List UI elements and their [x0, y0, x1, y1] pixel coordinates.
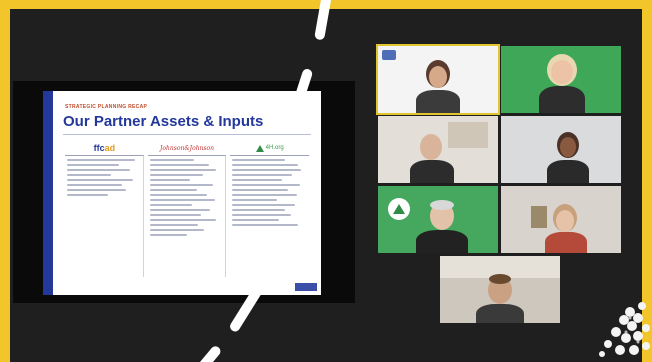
partner-column-2-text	[147, 155, 227, 277]
decorative-flowers-icon	[599, 302, 650, 357]
partner-column-1: ffcad	[65, 141, 144, 277]
partner-column-3: 4H.org	[230, 141, 310, 277]
participant-tile[interactable]	[440, 256, 560, 323]
partner-column-1-text	[65, 155, 144, 277]
participant-tile[interactable]	[501, 116, 621, 183]
participant-tile[interactable]	[378, 116, 498, 183]
partner-columns: ffcad Johnson&Johnson 4H.org	[65, 141, 310, 277]
slide-accent-bar	[43, 91, 53, 295]
participant-tile[interactable]	[501, 186, 621, 253]
partner-column-2: Johnson&Johnson	[147, 141, 227, 277]
participant-tile[interactable]	[376, 44, 500, 115]
slide-kicker: STRATEGIC PLANNING RECAP	[65, 104, 148, 110]
partner-logo: 4H.org	[230, 141, 309, 155]
partner-logo-icon	[382, 50, 396, 60]
partner-column-3-text	[230, 155, 310, 277]
partner-logo: Johnson&Johnson	[160, 144, 214, 152]
4h-clover-logo-icon	[255, 144, 264, 152]
4h-clover-logo-icon	[388, 198, 410, 220]
meeting-stage: STRATEGIC PLANNING RECAP Our Partner Ass…	[10, 9, 642, 362]
presentation-slide: STRATEGIC PLANNING RECAP Our Partner Ass…	[43, 91, 321, 295]
slide-footer-logo	[295, 283, 317, 291]
slide-title: Our Partner Assets & Inputs	[63, 113, 264, 130]
participant-tile[interactable]	[378, 186, 498, 253]
shared-screen[interactable]: STRATEGIC PLANNING RECAP Our Partner Ass…	[13, 81, 355, 303]
slide-divider	[63, 134, 311, 135]
participant-tile[interactable]	[501, 46, 621, 113]
partner-logo: ffcad	[93, 143, 116, 153]
